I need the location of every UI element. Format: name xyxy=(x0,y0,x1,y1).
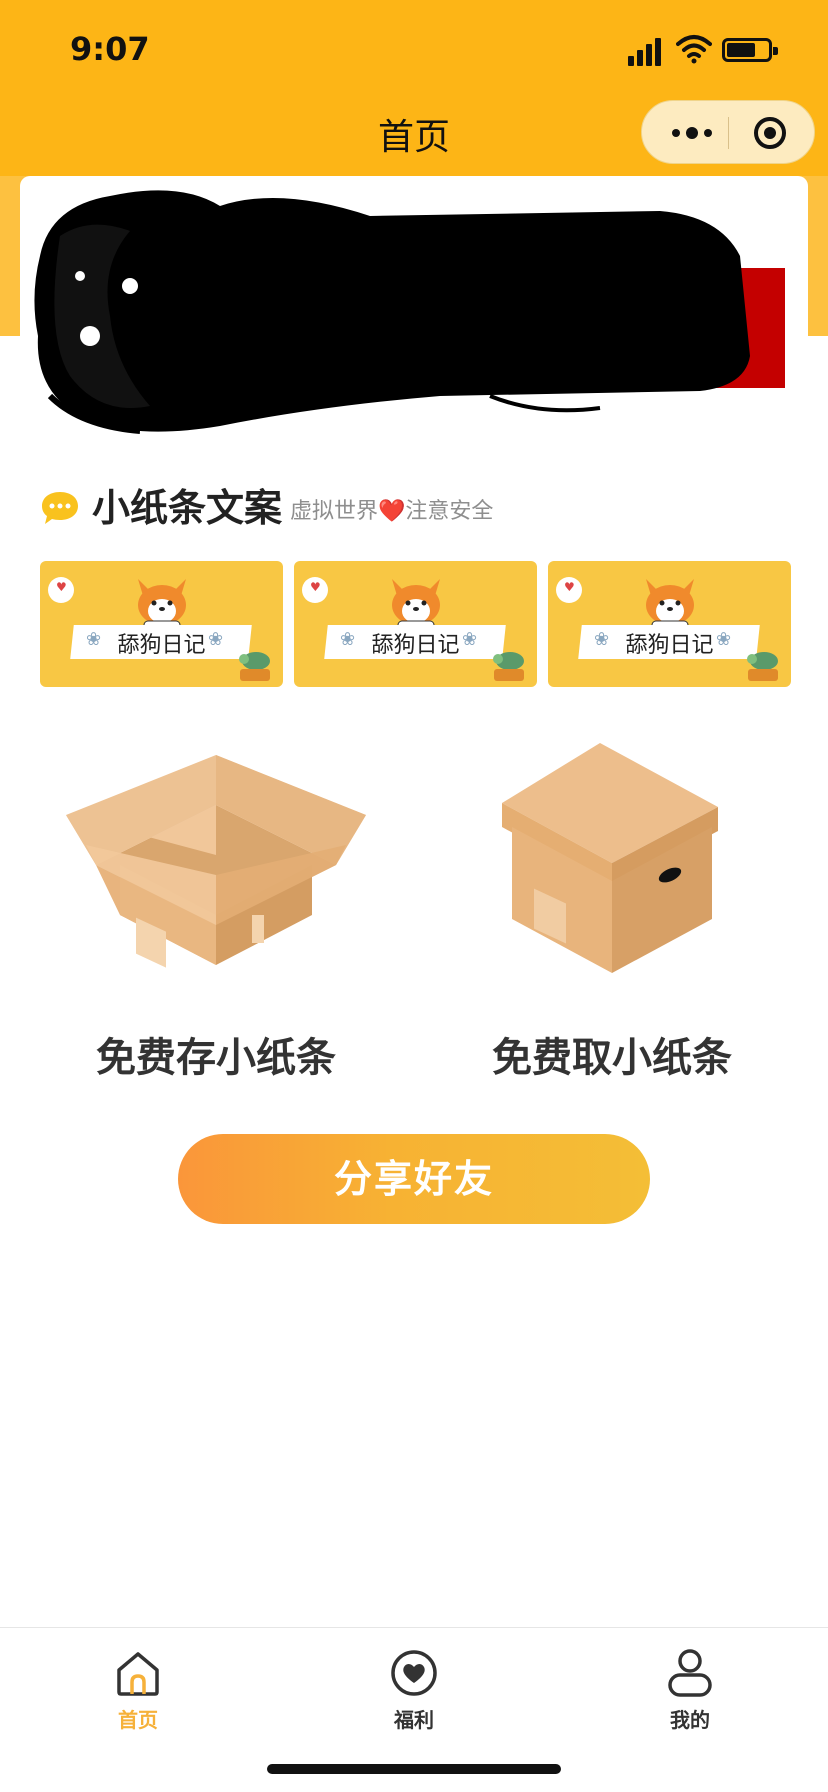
turtle-icon xyxy=(493,652,524,681)
turtle-icon xyxy=(747,652,778,681)
heart-badge-icon xyxy=(302,577,328,603)
wifi-icon xyxy=(676,35,712,64)
battery-icon xyxy=(722,38,778,62)
store-note-label: 免费存小纸条 xyxy=(96,1035,336,1081)
status-bar: 9:07 xyxy=(0,0,828,100)
diary-card[interactable]: ❀ ❀ 舔狗日记 xyxy=(40,561,283,687)
closed-box-icon xyxy=(502,743,718,973)
take-note-label: 免费取小纸条 xyxy=(492,1035,732,1081)
miniprogram-capsule xyxy=(641,100,815,164)
cellular-signal-icon xyxy=(628,34,664,66)
status-time: 9:07 xyxy=(70,30,150,68)
corgi-icon xyxy=(392,579,440,630)
user-icon xyxy=(665,1648,715,1698)
tab-label: 福利 xyxy=(394,1708,434,1732)
diary-card[interactable]: ❀ ❀ 舔狗日记 xyxy=(548,561,791,687)
open-box-icon xyxy=(66,755,366,968)
diary-card-list: ❀ ❀ 舔狗日记 ❀ ❀ 舔狗日记 xyxy=(40,561,794,687)
heart-badge-icon xyxy=(48,577,74,603)
chat-bubble-icon xyxy=(42,492,78,524)
home-icon xyxy=(113,1648,163,1698)
take-note-action[interactable]: 免费取小纸条 xyxy=(462,735,762,1081)
share-friends-button[interactable]: 分享好友 xyxy=(178,1134,650,1224)
tab-home[interactable]: 首页 xyxy=(58,1638,218,1738)
tab-mine[interactable]: 我的 xyxy=(610,1638,770,1738)
home-indicator[interactable] xyxy=(267,1764,561,1774)
corgi-icon xyxy=(138,579,186,630)
tab-label: 首页 xyxy=(118,1708,158,1732)
corgi-icon xyxy=(646,579,694,630)
turtle-icon xyxy=(239,652,270,681)
close-miniprogram-icon[interactable] xyxy=(754,117,786,149)
section-subtitle: 虚拟世界❤️注意安全 xyxy=(290,499,494,524)
more-icon[interactable] xyxy=(664,101,726,165)
heart-badge-icon xyxy=(556,577,582,603)
banner-image[interactable] xyxy=(20,176,808,460)
tab-label: 我的 xyxy=(670,1708,710,1732)
ink-brush-banner xyxy=(34,190,785,434)
diary-card[interactable]: ❀ ❀ 舔狗日记 xyxy=(294,561,537,687)
section-heading: 小纸条文案 虚拟世界❤️注意安全 xyxy=(40,484,800,534)
tab-welfare[interactable]: 福利 xyxy=(334,1638,494,1738)
store-note-action[interactable]: 免费存小纸条 xyxy=(66,735,366,1081)
heart-icon xyxy=(389,1648,439,1698)
status-icons xyxy=(628,34,828,66)
capsule-divider xyxy=(728,117,729,149)
section-title: 小纸条文案 xyxy=(92,486,283,530)
